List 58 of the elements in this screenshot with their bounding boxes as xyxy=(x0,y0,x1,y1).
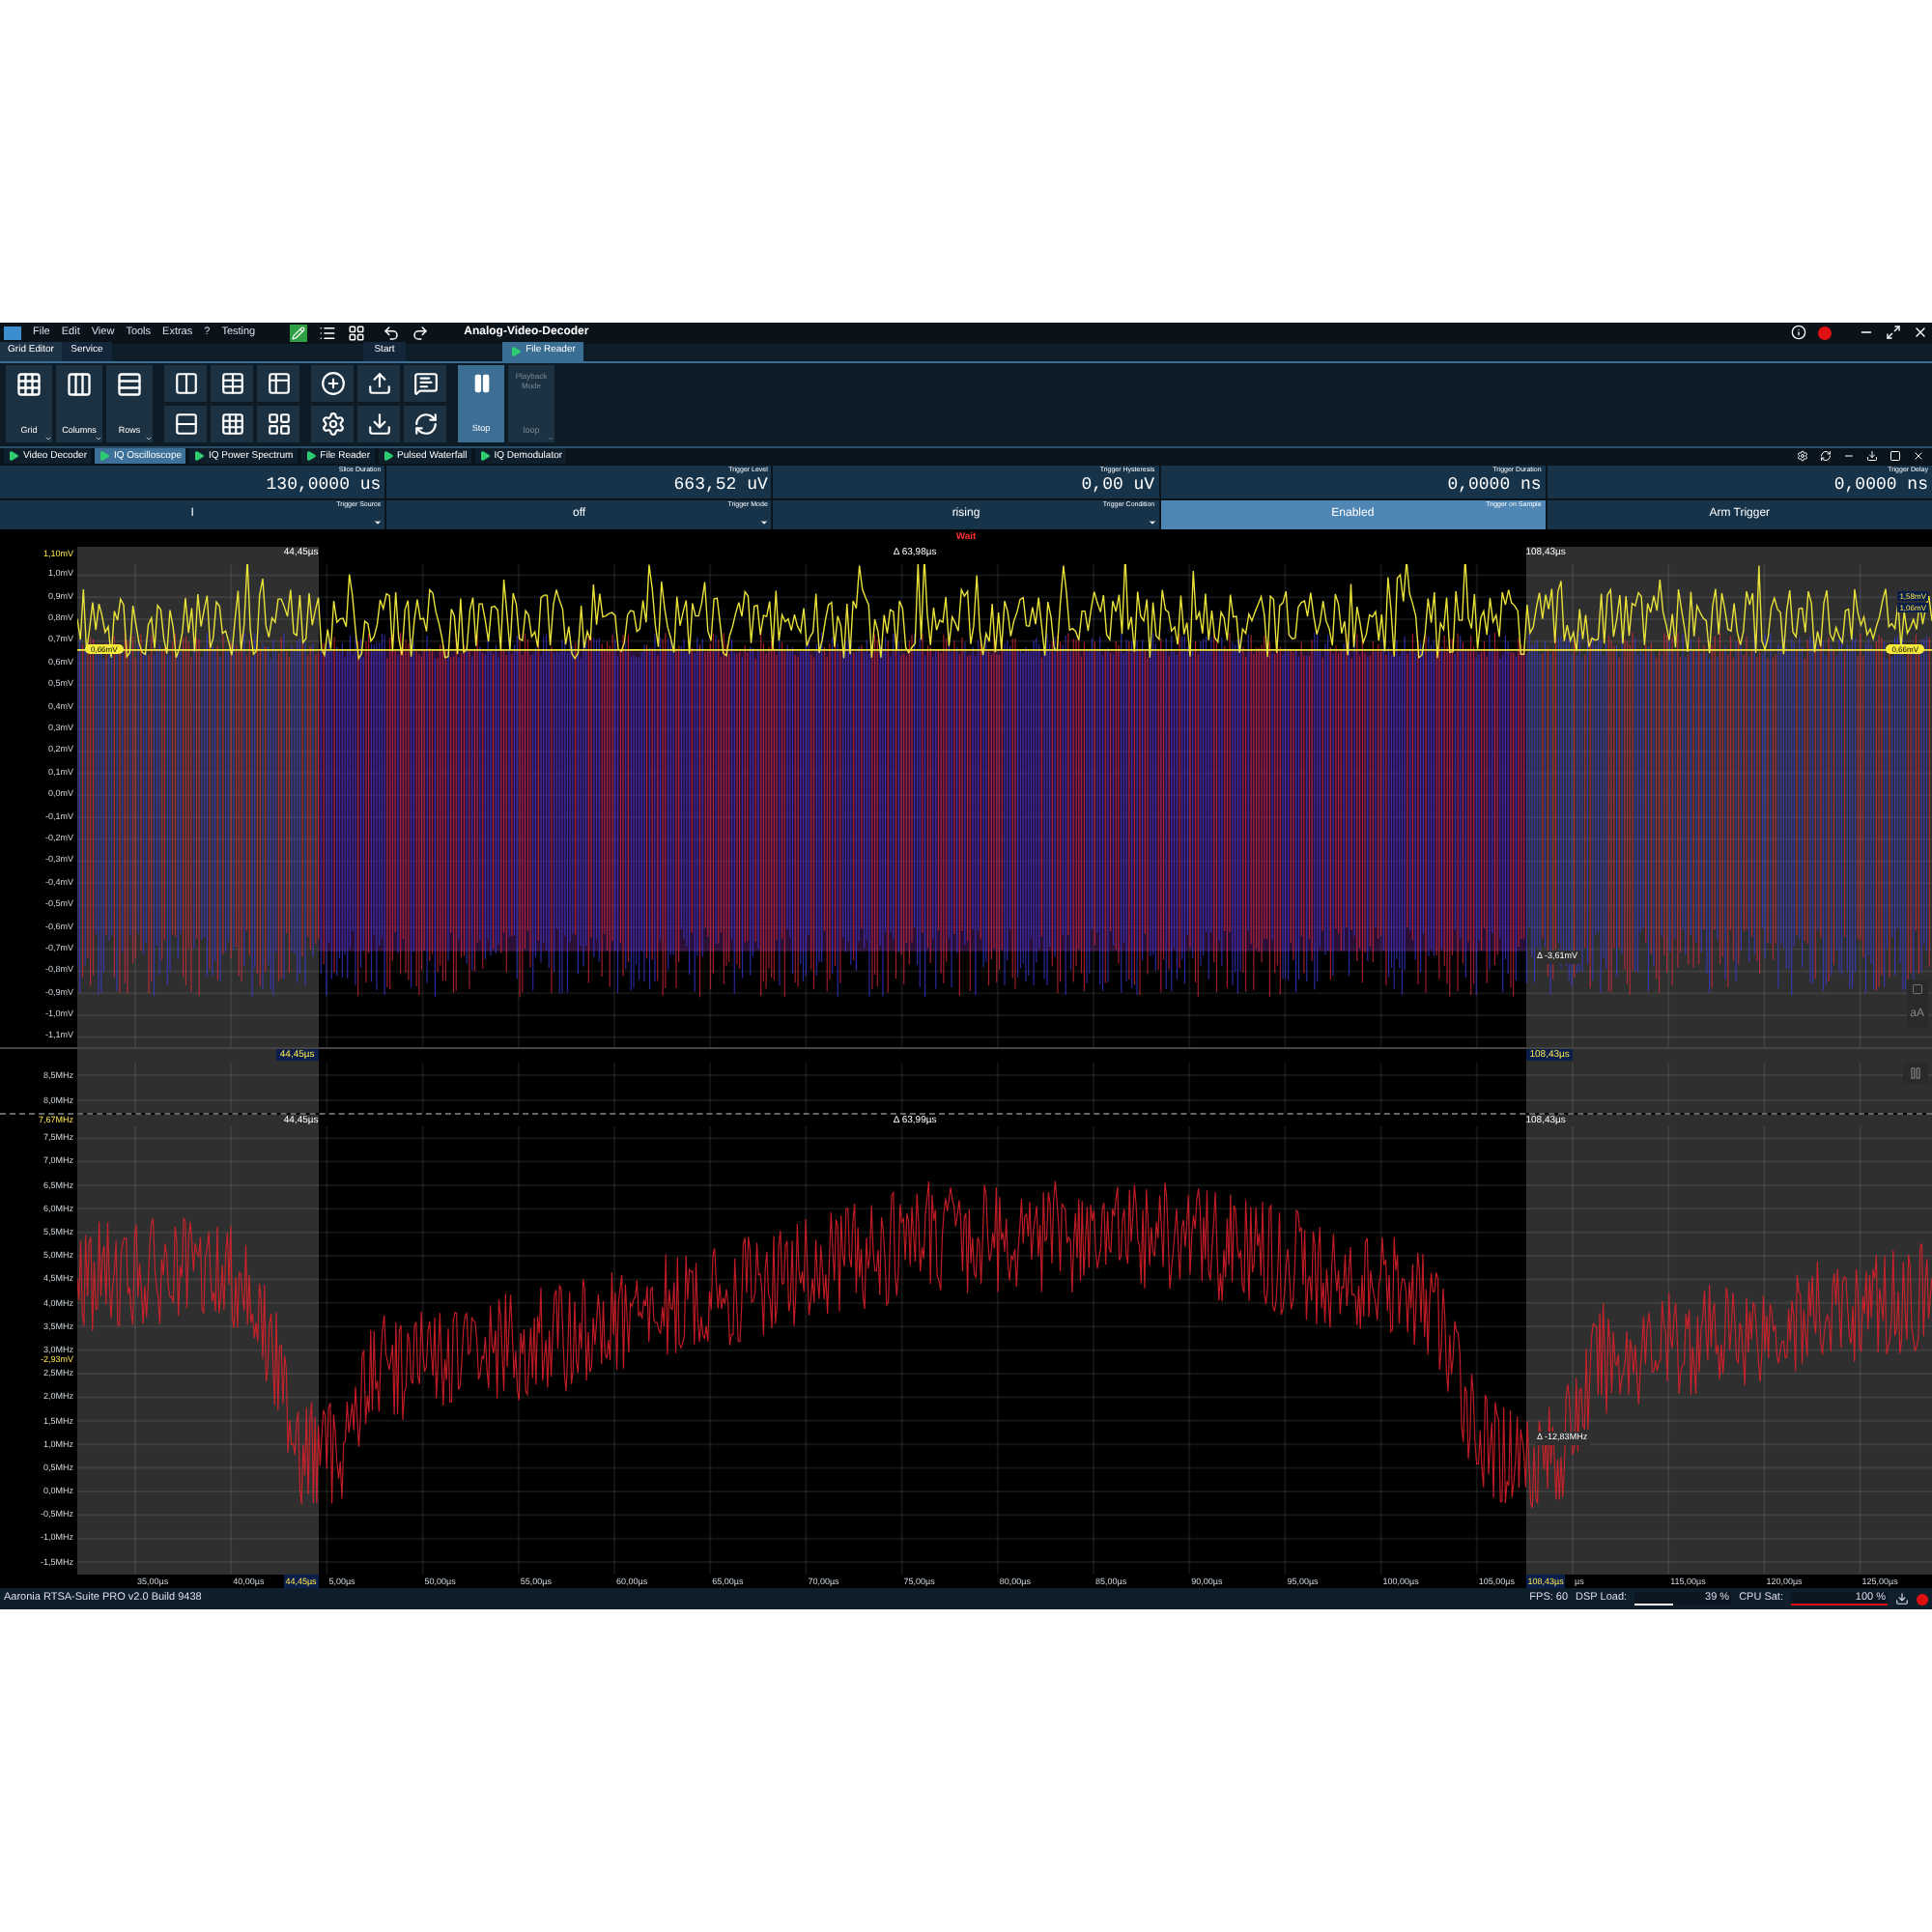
record-icon[interactable] xyxy=(1818,326,1832,340)
play-icon xyxy=(510,345,523,357)
undo-icon[interactable] xyxy=(383,324,401,342)
columns-icon xyxy=(173,371,198,397)
panel-tool-icon[interactable] xyxy=(1913,450,1924,463)
dropdown-caret-icon xyxy=(373,517,384,527)
grid-icon xyxy=(219,412,244,438)
play-icon xyxy=(193,450,206,463)
layout-button[interactable] xyxy=(164,365,207,403)
square-icon[interactable] xyxy=(1910,982,1924,995)
layout-button[interactable] xyxy=(164,406,207,443)
tool-button[interactable] xyxy=(311,365,354,403)
tool-button[interactable] xyxy=(311,406,354,443)
panel-tool-icon[interactable] xyxy=(1820,450,1832,463)
info-icon[interactable] xyxy=(1791,325,1806,341)
rows-icon xyxy=(116,371,143,399)
play-icon xyxy=(382,450,394,463)
upload-icon xyxy=(366,371,391,397)
record-icon[interactable] xyxy=(1917,1593,1928,1605)
refresh-icon xyxy=(412,412,438,438)
tool-button[interactable] xyxy=(404,406,446,443)
tool-button[interactable] xyxy=(357,406,400,443)
pencil-icon xyxy=(292,326,306,340)
rows-icon xyxy=(173,412,198,438)
grid-icon xyxy=(15,371,43,399)
edit-tool-button[interactable] xyxy=(290,324,308,342)
maximize-icon[interactable] xyxy=(1886,325,1901,341)
columns-icon xyxy=(66,371,93,399)
add-icon xyxy=(320,371,345,397)
tool-button[interactable] xyxy=(404,365,446,403)
download-icon xyxy=(366,412,391,438)
tool-button[interactable] xyxy=(357,365,400,403)
layout-button[interactable] xyxy=(211,406,253,443)
grid-icon[interactable] xyxy=(348,324,366,342)
panel-tool-icon[interactable] xyxy=(1889,450,1901,463)
list-icon[interactable] xyxy=(319,324,337,342)
table-icon xyxy=(266,371,291,397)
panel-tool-icon[interactable] xyxy=(1797,450,1808,463)
table-icon xyxy=(219,371,244,397)
play-icon xyxy=(478,450,491,463)
play-icon xyxy=(304,450,317,463)
redo-icon[interactable] xyxy=(412,324,430,342)
panel-tool-icon[interactable] xyxy=(1866,450,1878,463)
play-icon xyxy=(99,450,110,463)
layout-button[interactable] xyxy=(257,365,299,403)
comment-icon xyxy=(412,371,438,397)
pause-icon[interactable] xyxy=(1909,1066,1922,1081)
layout-button[interactable] xyxy=(211,365,253,403)
download-icon[interactable] xyxy=(1895,1592,1909,1606)
play-icon xyxy=(8,450,19,463)
dropdown-caret-icon xyxy=(759,517,770,527)
settings-icon xyxy=(320,412,345,438)
app-logo-icon xyxy=(4,326,21,340)
pause-icon xyxy=(470,373,492,395)
four-squares-icon xyxy=(266,412,291,438)
layout-button[interactable] xyxy=(257,406,299,443)
dropdown-caret-icon xyxy=(1147,517,1157,527)
close-icon[interactable] xyxy=(1913,325,1928,341)
